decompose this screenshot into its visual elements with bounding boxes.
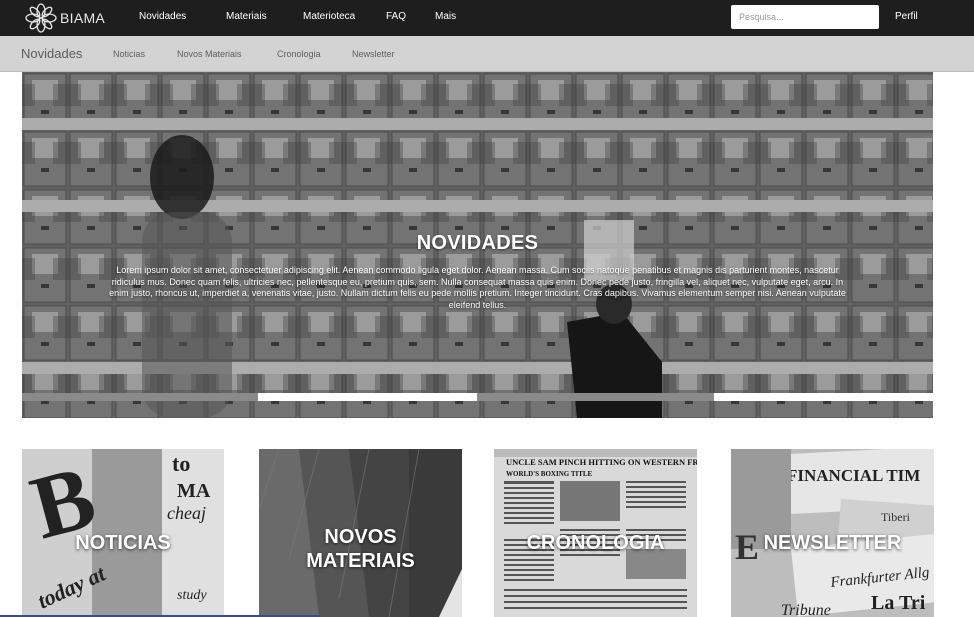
section-subnav: Novidades Noticias Novos Materiais Crono… xyxy=(0,36,974,72)
subnav-link-cronologia[interactable]: Cronologia xyxy=(277,49,321,59)
subnav-link-newsletter[interactable]: Newsletter xyxy=(352,49,395,59)
svg-text:FINANCIAL TIM: FINANCIAL TIM xyxy=(787,466,920,485)
nav-link-materiais[interactable]: Materiais xyxy=(226,11,267,22)
svg-text:WORLD'S BOXING TITLE: WORLD'S BOXING TITLE xyxy=(506,470,593,478)
svg-text:UNCLE SAM PINCH HITTING ON WES: UNCLE SAM PINCH HITTING ON WESTERN FRONT xyxy=(506,457,697,467)
slider-indicators xyxy=(22,393,933,401)
brand-logo[interactable]: BIAMA xyxy=(24,2,105,34)
card-label-line1: NOVOS xyxy=(324,526,397,548)
top-navbar: BIAMA Novidades Materiais Materioteca FA… xyxy=(0,0,974,36)
card-newsletter[interactable]: FINANCIAL TIM Tiberi Frankfurter Allg Tr… xyxy=(731,449,934,617)
svg-text:Tribune: Tribune xyxy=(781,602,831,617)
nav-link-mais[interactable]: Mais xyxy=(435,11,456,22)
card-noticias[interactable]: B to MA cheaj today at study NOTICIAS xyxy=(22,449,224,617)
card-cronologia[interactable]: UNCLE SAM PINCH HITTING ON WESTERN FRONT… xyxy=(494,449,697,617)
flower-logo-icon xyxy=(25,3,57,33)
svg-text:MA: MA xyxy=(177,480,211,502)
profile-link[interactable]: Perfil xyxy=(895,11,918,22)
section-title: Novidades xyxy=(21,46,83,61)
slide-indicator-1[interactable] xyxy=(22,393,258,401)
card-label-line2: MATERIAIS xyxy=(306,550,415,572)
card-newsletter-label: NEWSLETTER xyxy=(763,532,902,554)
art-text: to xyxy=(172,451,190,476)
hero-description: Lorem ipsum dolor sit amet, consectetuer… xyxy=(109,265,846,310)
nav-link-materioteca[interactable]: Materioteca xyxy=(303,11,355,22)
hero-banner: NOVIDADES Lorem ipsum dolor sit amet, co… xyxy=(22,72,933,418)
hero-title: NOVIDADES xyxy=(416,232,539,254)
svg-text:Tiberi: Tiberi xyxy=(881,510,911,524)
card-cronologia-label: CRONOLOGIA xyxy=(526,532,665,554)
subnav-link-noticias[interactable]: Noticias xyxy=(113,49,145,59)
search-input[interactable] xyxy=(731,5,879,29)
card-novos-materiais[interactable]: NOVOS MATERIAIS xyxy=(259,449,462,617)
card-novos-materiais-label: NOVOS MATERIAIS xyxy=(259,525,462,573)
nav-link-novidades[interactable]: Novidades xyxy=(139,11,186,22)
svg-text:study: study xyxy=(177,588,207,603)
slide-indicator-2[interactable] xyxy=(258,393,477,401)
nav-link-faq[interactable]: FAQ xyxy=(386,11,406,22)
card-noticias-label: NOTICIAS xyxy=(75,532,171,554)
slide-indicator-3[interactable] xyxy=(477,393,714,401)
subnav-link-novos-materiais[interactable]: Novos Materiais xyxy=(177,49,242,59)
brand-name: BIAMA xyxy=(60,10,106,26)
slide-indicator-4[interactable] xyxy=(714,393,933,401)
svg-text:La Tri: La Tri xyxy=(871,592,926,614)
svg-text:cheaj: cheaj xyxy=(167,503,206,523)
